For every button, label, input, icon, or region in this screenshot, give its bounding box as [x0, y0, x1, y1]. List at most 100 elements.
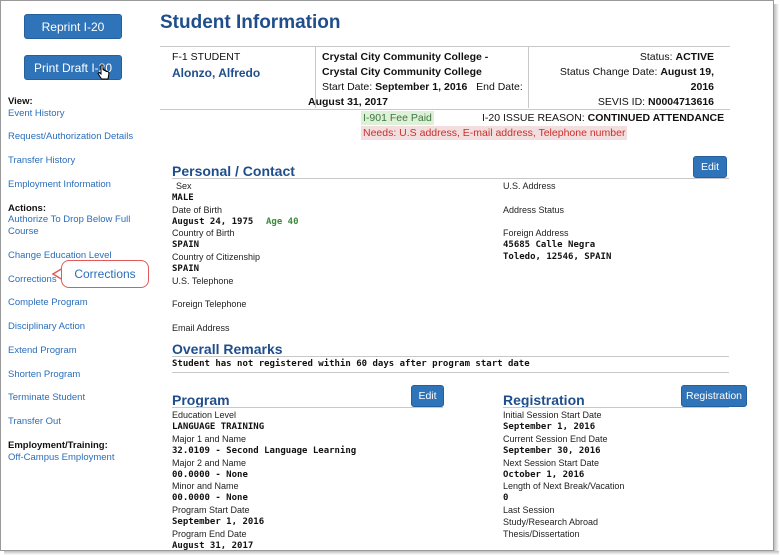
- status-change-label: Status Change Date:: [559, 66, 658, 78]
- status-change-line: Status Change Date: August 19,: [560, 66, 714, 78]
- sevis-id-line: SEVIS ID: N0004713616: [598, 96, 714, 108]
- needs-alert: Needs: U.S address, E-mail address, Tele…: [361, 126, 628, 140]
- email-address-label: Email Address: [172, 323, 230, 333]
- sidebar-link-request-authorization-details[interactable]: Request/Authorization Details: [8, 131, 133, 142]
- major1-label: Major 1 and Name: [172, 434, 247, 444]
- sidebar-link-terminate-student[interactable]: Terminate Student: [8, 392, 85, 403]
- sevis-id-value: N0004713616: [648, 96, 714, 108]
- next-session-start-label: Next Session Start Date: [503, 458, 600, 468]
- address-status-label: Address Status: [503, 205, 565, 215]
- education-level-label: Education Level: [172, 410, 237, 420]
- employment-training-heading: Employment/Training:: [8, 440, 108, 451]
- personal-contact-heading: Personal / Contact: [172, 163, 295, 179]
- initial-session-start-value: September 1, 2016: [503, 422, 596, 432]
- break-length-label: Length of Next Break/Vacation: [503, 481, 625, 491]
- corrections-callout: Corrections: [61, 260, 149, 288]
- program-end-label: Program End Date: [172, 529, 247, 539]
- sidebar-link-extend-program[interactable]: Extend Program: [8, 345, 77, 356]
- sidebar-link-disciplinary-action[interactable]: Disciplinary Action: [8, 321, 85, 332]
- registration-divider: [503, 407, 729, 408]
- program-heading: Program: [172, 392, 230, 408]
- edit-program-button[interactable]: Edit: [411, 385, 444, 407]
- registration-heading: Registration: [503, 392, 585, 408]
- end-date-label: End Date:: [476, 81, 523, 93]
- header-bottom-divider: [160, 109, 730, 110]
- program-dates-line: Start Date: September 1, 2016 End Date:: [322, 81, 523, 93]
- minor-label: Minor and Name: [172, 481, 239, 491]
- status-change-value: August 19,: [660, 66, 714, 78]
- remarks-divider-bottom: [172, 372, 729, 373]
- dob-label: Date of Birth: [172, 205, 223, 215]
- next-session-start-value: October 1, 2016: [503, 470, 585, 480]
- personal-divider: [172, 178, 729, 179]
- issue-reason-label: I-20 ISSUE REASON:: [482, 112, 585, 124]
- sidebar-link-shorten-program[interactable]: Shorten Program: [8, 369, 80, 380]
- sidebar-link-corrections[interactable]: Corrections: [8, 274, 57, 285]
- initial-session-start-label: Initial Session Start Date: [503, 410, 602, 420]
- remarks-text: Student has not registered within 60 day…: [172, 359, 530, 369]
- sidebar-link-transfer-history[interactable]: Transfer History: [8, 155, 75, 166]
- sidebar-link-employment-information[interactable]: Employment Information: [8, 179, 111, 190]
- major2-value: 00.0000 - None: [172, 470, 248, 480]
- foreign-telephone-label: Foreign Telephone: [172, 299, 247, 309]
- fee-paid-badge: I-901 Fee Paid: [361, 111, 434, 125]
- break-length-value: 0: [503, 493, 509, 503]
- foreign-address-label: Foreign Address: [503, 228, 569, 238]
- us-address-label: U.S. Address: [503, 181, 556, 191]
- sidebar-link-authorize-drop-below-full[interactable]: Authorize To Drop Below Full: [8, 214, 130, 225]
- major1-value: 32.0109 - Second Language Learning: [172, 446, 357, 456]
- app-window: Reprint I-20 Print Draft I-20 View: Even…: [0, 0, 774, 551]
- sidebar-link-event-history[interactable]: Event History: [8, 108, 65, 119]
- header-divider-2: [528, 46, 529, 108]
- age-value: Age 40: [266, 217, 299, 227]
- window-shadow-bottom: [4, 551, 779, 555]
- remarks-divider-top: [172, 356, 729, 357]
- hand-pointer-icon: [97, 64, 110, 80]
- country-of-citizenship-value: SPAIN: [172, 264, 200, 274]
- sex-value: MALE: [172, 193, 194, 203]
- study-abroad-label: Study/Research Abroad: [503, 517, 599, 527]
- sidebar-link-authorize-drop-below-full-cont[interactable]: Course: [8, 226, 39, 237]
- status-badge: ACTIVE: [675, 51, 714, 63]
- sex-label: Sex: [176, 181, 192, 191]
- program-start-label: Program Start Date: [172, 505, 250, 515]
- major2-label: Major 2 and Name: [172, 458, 247, 468]
- end-date-value: August 31, 2017: [308, 96, 388, 108]
- last-session-label: Last Session: [503, 505, 555, 515]
- dob-value: August 24, 1975: [172, 217, 254, 227]
- registration-button[interactable]: Registration: [681, 385, 747, 407]
- issue-reason-line: I-20 ISSUE REASON: CONTINUED ATTENDANCE: [482, 112, 724, 124]
- actions-heading: Actions:: [8, 203, 46, 214]
- reprint-i20-button[interactable]: Reprint I-20: [24, 14, 122, 39]
- page-title: Student Information: [160, 12, 341, 33]
- edit-personal-button[interactable]: Edit: [693, 156, 727, 178]
- start-date-value: September 1, 2016: [375, 81, 468, 93]
- reprint-i20-label: Reprint I-20: [41, 19, 105, 34]
- status-label: Status:: [639, 51, 673, 63]
- sidebar-link-complete-program[interactable]: Complete Program: [8, 297, 88, 308]
- foreign-address-line2: Toledo, 12546, SPAIN: [503, 252, 612, 262]
- sidebar-link-transfer-out[interactable]: Transfer Out: [8, 416, 61, 427]
- edit-program-label: Edit: [418, 390, 437, 402]
- sidebar-link-off-campus-employment[interactable]: Off-Campus Employment: [8, 452, 114, 463]
- window-shadow-right: [774, 4, 779, 554]
- registration-button-label: Registration: [685, 390, 743, 402]
- student-name: Alonzo, Alfredo: [172, 66, 261, 80]
- view-heading: View:: [8, 96, 33, 107]
- status-line: Status: ACTIVE: [640, 51, 714, 63]
- country-of-birth-label: Country of Birth: [172, 228, 235, 238]
- thesis-dissertation-label: Thesis/Dissertation: [503, 529, 580, 539]
- status-change-year: 2016: [690, 81, 714, 93]
- student-type: F-1 STUDENT: [172, 51, 241, 63]
- start-date-label: Start Date:: [322, 81, 373, 93]
- edit-personal-label: Edit: [700, 161, 720, 173]
- current-session-end-value: September 30, 2016: [503, 446, 601, 456]
- program-end-value: August 31, 2017: [172, 541, 254, 551]
- sevis-id-label: SEVIS ID:: [597, 96, 646, 108]
- school-name-line1: Crystal City Community College -: [322, 51, 489, 63]
- issue-reason-value: CONTINUED ATTENDANCE: [587, 112, 725, 124]
- education-level-value: LANGUAGE TRAINING: [172, 422, 265, 432]
- program-start-value: September 1, 2016: [172, 517, 265, 527]
- us-telephone-label: U.S. Telephone: [172, 276, 234, 286]
- overall-remarks-heading: Overall Remarks: [172, 341, 283, 357]
